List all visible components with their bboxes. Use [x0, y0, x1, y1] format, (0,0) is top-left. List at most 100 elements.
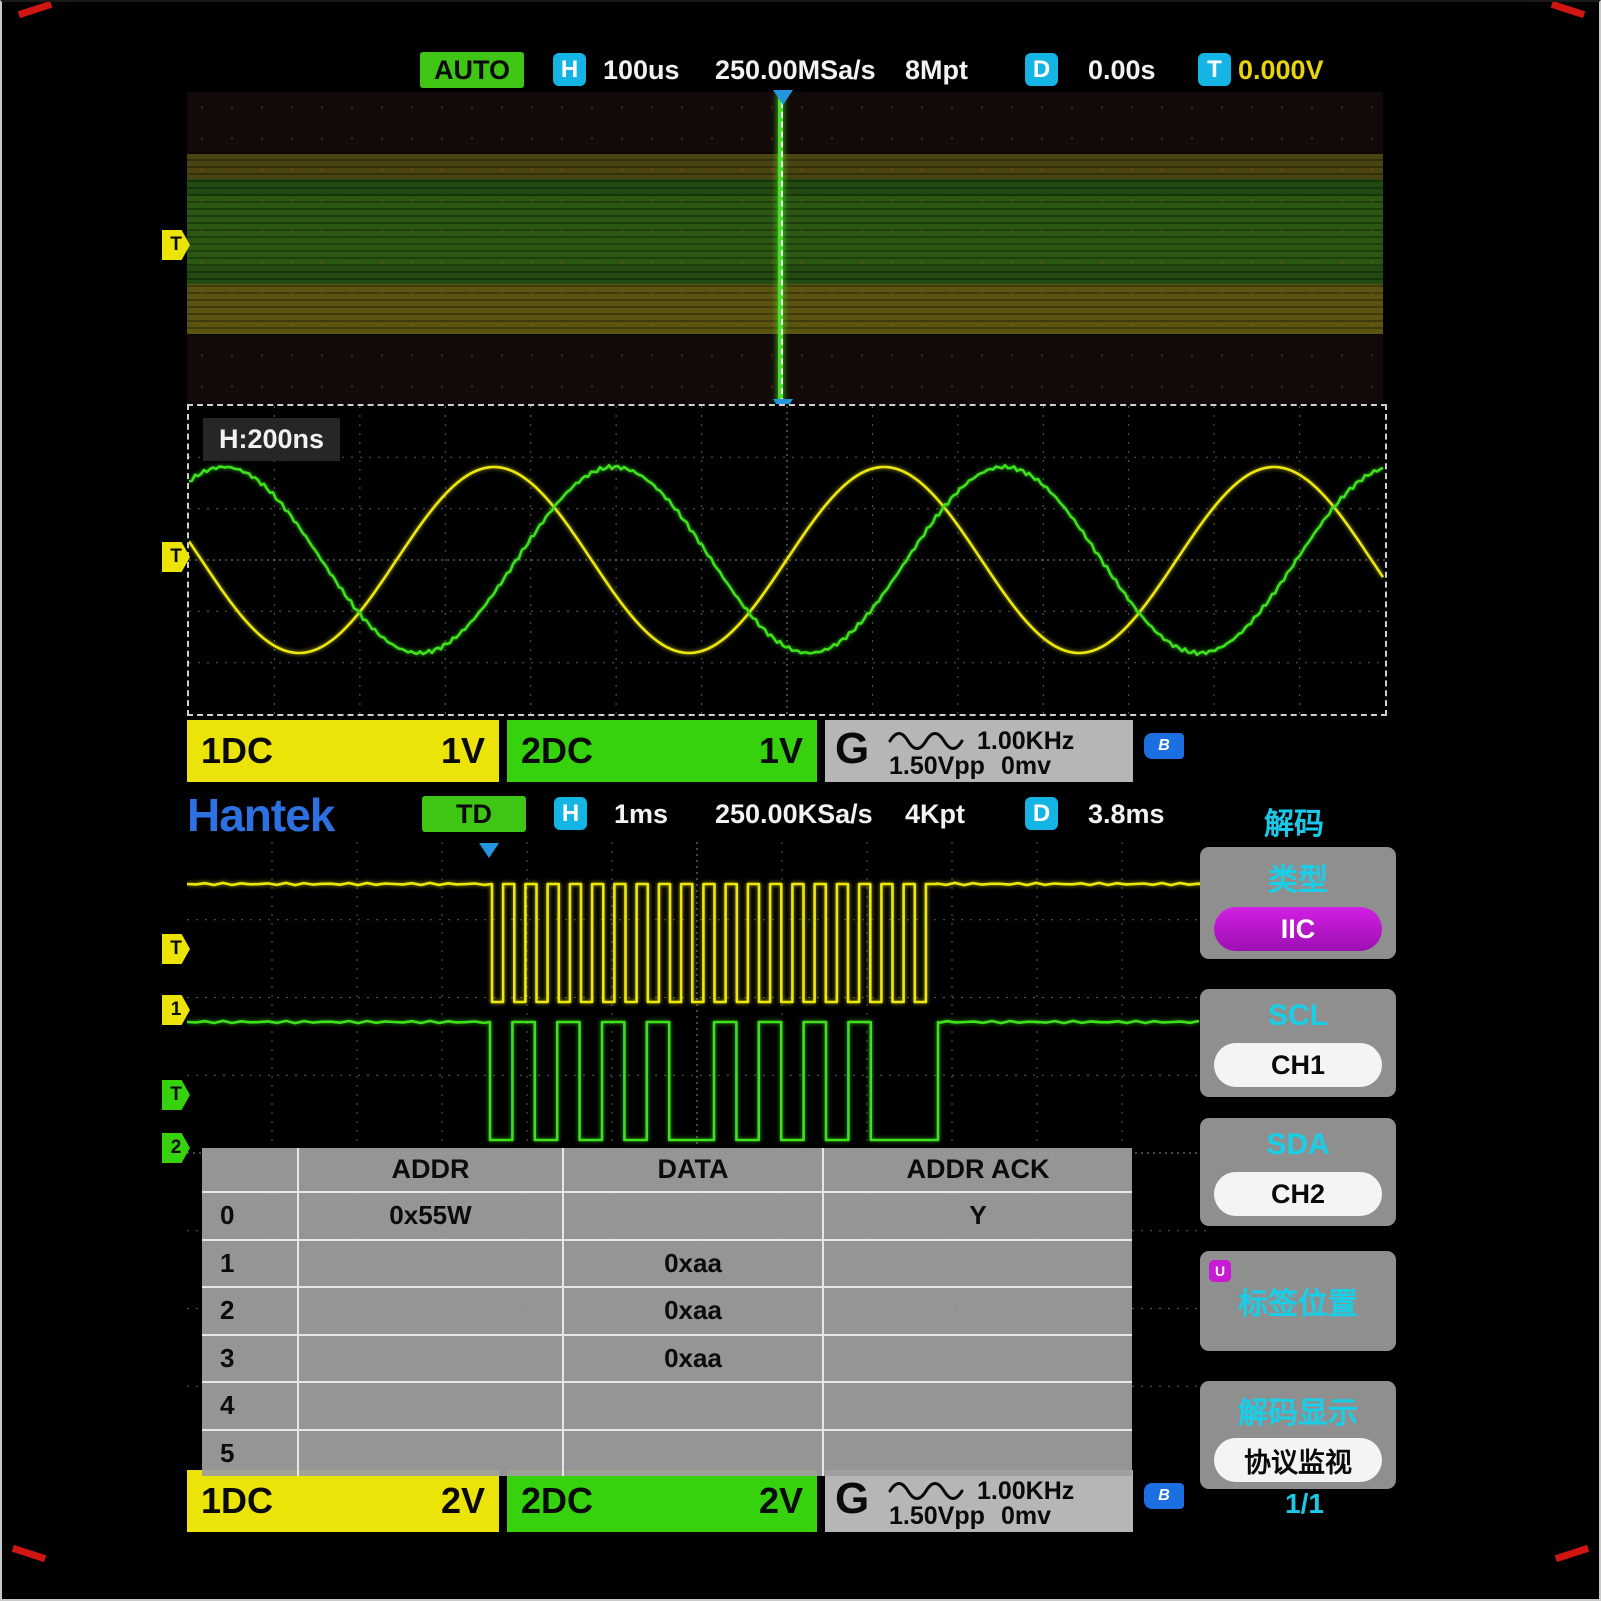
menu-type-label: 类型 — [1268, 855, 1328, 899]
s2-delay-icon[interactable]: D — [1025, 797, 1058, 830]
menu-scl-value[interactable]: CH1 — [1214, 1043, 1382, 1087]
s1-ch2-box[interactable]: 2DC 1V — [507, 720, 817, 782]
s1-trigger-level-tag[interactable]: T — [162, 230, 190, 260]
oscilloscope-screens: AUTO H 100us 250.00MSa/s 8Mpt D 0.00s T … — [0, 0, 1601, 1601]
menu-sda-button[interactable]: SDA CH2 — [1200, 1118, 1396, 1226]
row-index: 0 — [202, 1193, 297, 1239]
menu-type-button[interactable]: 类型 IIC — [1200, 847, 1396, 959]
usb-icon: B — [1144, 1483, 1184, 1509]
s1-ch1-box[interactable]: 1DC 1V — [187, 720, 499, 782]
s2-ch1-position-tag[interactable]: 1 — [162, 995, 190, 1025]
decode-table: ADDR DATA ADDR ACK 0 0x55W Y 1 0xaa 2 0x… — [202, 1148, 1132, 1476]
page-indicator: 1/1 — [1285, 1488, 1324, 1520]
row-data: 0xaa — [562, 1336, 822, 1382]
scl-clock-trace — [187, 883, 1207, 1002]
graticule-dots — [187, 92, 1383, 404]
sine-icon — [887, 728, 967, 754]
zoom-position-line[interactable] — [781, 92, 783, 404]
menu-decode-display-label: 解码显示 — [1238, 1388, 1358, 1432]
menu-label-position-button[interactable]: U 标签位置 — [1200, 1251, 1396, 1351]
row-data — [562, 1383, 822, 1429]
s1-timebase: 100us — [603, 55, 680, 86]
row-addr — [297, 1241, 562, 1287]
row-ack — [822, 1241, 1132, 1287]
decode-table-row: 2 0xaa — [202, 1286, 1132, 1334]
s1-trigger-icon[interactable]: T — [1198, 53, 1231, 86]
menu-sda-value[interactable]: CH2 — [1214, 1172, 1382, 1216]
acquisition-mode-badge[interactable]: AUTO — [420, 52, 524, 88]
s1-horizontal-icon[interactable]: H — [553, 53, 586, 86]
s2-timebase: 1ms — [614, 799, 668, 830]
row-index: 3 — [202, 1336, 297, 1382]
s1-sample-rate: 250.00MSa/s — [715, 55, 876, 86]
s2-ch1-label: 1DC — [201, 1480, 273, 1522]
brand-logo: Hantek — [187, 788, 334, 842]
s2-ch2-position-tag[interactable]: 2 — [162, 1133, 190, 1163]
s2-ch1-scale: 2V — [441, 1480, 485, 1522]
s1-ch2-scale: 1V — [759, 730, 803, 772]
s2-gen-label: G — [835, 1474, 869, 1524]
menu-type-value[interactable]: IIC — [1214, 907, 1382, 951]
s2-horizontal-delay: 3.8ms — [1088, 799, 1165, 830]
label-position-icon: U — [1209, 1260, 1231, 1282]
s1-gen-amplitude: 1.50Vpp — [889, 752, 985, 781]
s2-gen-offset: 0mv — [1001, 1502, 1051, 1531]
s1-trigger-level: 0.000V — [1238, 55, 1324, 86]
s1-gen-offset: 0mv — [1001, 752, 1051, 781]
s2-memory-depth: 4Kpt — [905, 799, 965, 830]
s2-ch1-trigger-tag[interactable]: T — [162, 934, 190, 964]
row-ack: Y — [822, 1193, 1132, 1239]
row-addr — [297, 1431, 562, 1477]
row-ack — [822, 1383, 1132, 1429]
menu-scl-button[interactable]: SCL CH1 — [1200, 989, 1396, 1097]
record-overview[interactable] — [187, 92, 1383, 404]
decode-table-row: 5 — [202, 1429, 1132, 1477]
row-index: 1 — [202, 1241, 297, 1287]
col-data-header: DATA — [562, 1148, 822, 1191]
row-ack — [822, 1431, 1132, 1477]
decode-table-row: 4 — [202, 1381, 1132, 1429]
s2-horizontal-icon[interactable]: H — [554, 797, 587, 830]
col-addr-ack-header: ADDR ACK — [822, 1148, 1132, 1191]
row-index: 4 — [202, 1383, 297, 1429]
s1-delay-icon[interactable]: D — [1025, 53, 1058, 86]
trigger-position-marker-icon[interactable] — [773, 90, 793, 105]
corner-mark — [18, 1, 52, 18]
row-addr: 0x55W — [297, 1193, 562, 1239]
col-addr-header: ADDR — [297, 1148, 562, 1191]
s2-trigger-position-marker-icon[interactable] — [479, 843, 499, 858]
row-addr — [297, 1288, 562, 1334]
sda-data-trace — [187, 1021, 1199, 1140]
row-addr — [297, 1336, 562, 1382]
s1-memory-depth: 8Mpt — [905, 55, 968, 86]
zoom-window[interactable]: H:200ns — [187, 404, 1387, 716]
usb-icon: B — [1144, 733, 1184, 759]
menu-decode-display-button[interactable]: 解码显示 协议监视 — [1200, 1381, 1396, 1489]
decode-menu-title: 解码 — [1264, 799, 1324, 843]
s1-ch2-label: 2DC — [521, 730, 593, 772]
corner-mark — [1551, 1, 1585, 18]
decode-table-row: 3 0xaa — [202, 1334, 1132, 1382]
s1-zoom-trigger-tag[interactable]: T — [162, 542, 190, 572]
row-data: 0xaa — [562, 1241, 822, 1287]
menu-decode-display-value[interactable]: 协议监视 — [1214, 1438, 1382, 1482]
zoom-waveform-svg — [189, 406, 1385, 714]
s1-horizontal-delay: 0.00s — [1088, 55, 1156, 86]
menu-sda-label: SDA — [1266, 1128, 1329, 1162]
trigger-status-badge[interactable]: TD — [422, 796, 526, 832]
row-addr — [297, 1383, 562, 1429]
s2-ch2-trigger-tag[interactable]: T — [162, 1080, 190, 1110]
s1-generator-box[interactable]: G 1.00KHz 1.50Vpp 0mv — [825, 720, 1133, 782]
sine-icon — [887, 1478, 967, 1504]
menu-scl-label: SCL — [1268, 999, 1328, 1033]
row-ack — [822, 1288, 1132, 1334]
s2-ch2-box[interactable]: 2DC 2V — [507, 1470, 817, 1532]
s2-generator-box[interactable]: G 1.00KHz 1.50Vpp 0mv — [825, 1470, 1133, 1532]
row-data — [562, 1431, 822, 1477]
s2-ch2-scale: 2V — [759, 1480, 803, 1522]
s1-ch1-scale: 1V — [441, 730, 485, 772]
row-data — [562, 1193, 822, 1239]
s2-sample-rate: 250.00KSa/s — [715, 799, 873, 830]
row-ack — [822, 1336, 1132, 1382]
s2-ch1-box[interactable]: 1DC 2V — [187, 1470, 499, 1532]
